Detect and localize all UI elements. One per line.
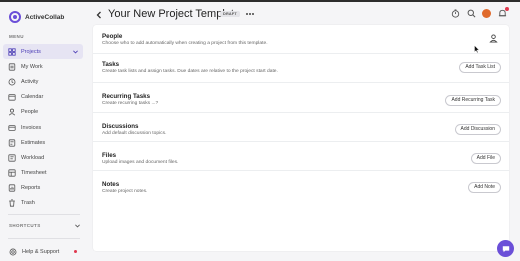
- workload-icon: [8, 154, 16, 162]
- chevron-down-icon[interactable]: [72, 48, 79, 55]
- sidebar-item-label: Trash: [21, 200, 35, 207]
- help-icon: [9, 248, 17, 256]
- section-desc: Upload images and document files.: [102, 160, 179, 165]
- section-title: Discussions: [102, 123, 139, 130]
- sidebar-item-label: Activity: [21, 78, 39, 85]
- mouse-cursor-icon: [474, 45, 480, 53]
- notification-badge: [505, 7, 509, 11]
- sidebar-item-label: People: [21, 109, 39, 116]
- brand-name: ActiveCollab: [25, 13, 65, 21]
- people-icon: [8, 108, 16, 116]
- activecollab-logo-icon: [9, 11, 21, 23]
- section-desc: Create recurring tasks ...?: [102, 101, 159, 106]
- section-discussions: Discussions Add default discussion topic…: [93, 113, 509, 142]
- sidebar-item-label: Estimates: [21, 139, 46, 146]
- sidebar-item-timesheet[interactable]: Timesheet: [3, 166, 83, 181]
- sidebar-item-my-work[interactable]: My Work: [3, 59, 83, 74]
- user-avatar[interactable]: [482, 8, 491, 18]
- sidebar-item-estimates[interactable]: Estimates: [3, 135, 83, 150]
- reports-icon: [8, 184, 16, 192]
- sidebar-item-workload[interactable]: Workload: [3, 150, 83, 165]
- brand[interactable]: ActiveCollab: [9, 11, 64, 23]
- draft-badge: DRAFT: [220, 11, 240, 17]
- sidebar-divider: [8, 214, 80, 215]
- sidebar-item-label: Workload: [21, 154, 45, 161]
- section-desc: Choose who to add automatically when cre…: [102, 41, 268, 46]
- sidebar-item-reports[interactable]: Reports: [3, 181, 83, 196]
- sidebar-item-label: Calendar: [21, 94, 44, 101]
- search-icon[interactable]: [466, 8, 476, 18]
- section-title: People: [102, 33, 123, 40]
- add-person-icon[interactable]: [489, 34, 498, 43]
- chat-bubble-icon: [502, 245, 509, 252]
- help-support-label: Help & Support: [22, 249, 60, 255]
- notifications-bell-icon[interactable]: [497, 7, 509, 18]
- calendar-icon: [8, 93, 16, 101]
- sidebar-item-label: Invoices: [21, 124, 42, 131]
- add-recurring-task-button[interactable]: Add Recurring Task: [445, 95, 501, 106]
- activity-icon: [8, 78, 16, 86]
- sidebar-item-trash[interactable]: Trash: [3, 196, 83, 211]
- trash-icon: [8, 199, 16, 208]
- sidebar-item-activity[interactable]: Activity: [3, 74, 83, 89]
- more-options-icon[interactable]: [245, 10, 255, 18]
- section-tasks: Tasks Create task lists and assign tasks…: [93, 54, 509, 83]
- top-bar-icons: [444, 7, 509, 18]
- menu-label: MENU: [9, 34, 24, 39]
- help-support-link[interactable]: Help & Support: [9, 248, 59, 256]
- sidebar: ActiveCollab MENU Projects My Work Activ…: [0, 4, 87, 261]
- add-file-button[interactable]: Add File: [470, 153, 501, 164]
- add-note-button[interactable]: Add Note: [468, 182, 501, 193]
- sidebar-item-people[interactable]: People: [3, 105, 83, 120]
- section-files: Files Upload images and document files. …: [93, 142, 509, 171]
- sidebar-item-label: Projects: [21, 48, 41, 55]
- shortcuts-label[interactable]: SHORTCUTS: [9, 223, 41, 228]
- section-title: Recurring Tasks: [102, 93, 151, 100]
- section-desc: Add default discussion topics.: [102, 131, 167, 136]
- template-panel: People Choose who to add automatically w…: [93, 25, 509, 251]
- add-task-list-button[interactable]: Add Task List: [459, 62, 501, 73]
- section-desc: Create task lists and assign tasks. Due …: [102, 69, 278, 74]
- sidebar-item-projects[interactable]: Projects: [3, 44, 83, 60]
- section-people: People Choose who to add automatically w…: [93, 25, 509, 54]
- sidebar-item-calendar[interactable]: Calendar: [3, 90, 83, 105]
- section-title: Tasks: [102, 61, 120, 68]
- add-discussion-button[interactable]: Add Discussion: [454, 124, 501, 135]
- my-work-icon: [8, 63, 16, 71]
- sidebar-item-invoices[interactable]: Invoices: [3, 120, 83, 135]
- section-desc: Create project notes.: [102, 189, 148, 194]
- sidebar-item-label: Reports: [21, 185, 41, 192]
- section-recurring-tasks: Recurring Tasks Create recurring tasks .…: [93, 83, 509, 113]
- sidebar-divider: [8, 238, 80, 239]
- sidebar-item-label: Timesheet: [21, 170, 47, 177]
- back-chevron-icon[interactable]: [95, 10, 103, 20]
- section-title: Notes: [102, 181, 120, 188]
- invoices-icon: [8, 124, 16, 132]
- app-window: ActiveCollab MENU Projects My Work Activ…: [0, 0, 520, 261]
- section-notes: Notes Create project notes. Add Note: [93, 171, 509, 200]
- timer-icon[interactable]: [450, 8, 460, 18]
- notification-dot: [74, 250, 77, 253]
- chevron-down-icon[interactable]: [74, 222, 81, 229]
- estimates-icon: [8, 139, 16, 147]
- section-title: Files: [102, 152, 117, 159]
- projects-icon: [8, 47, 16, 56]
- chat-button[interactable]: [497, 240, 514, 257]
- sidebar-nav: Projects My Work Activity Calendar Peopl…: [3, 44, 83, 211]
- sidebar-item-label: My Work: [21, 63, 43, 70]
- timesheet-icon: [8, 169, 16, 177]
